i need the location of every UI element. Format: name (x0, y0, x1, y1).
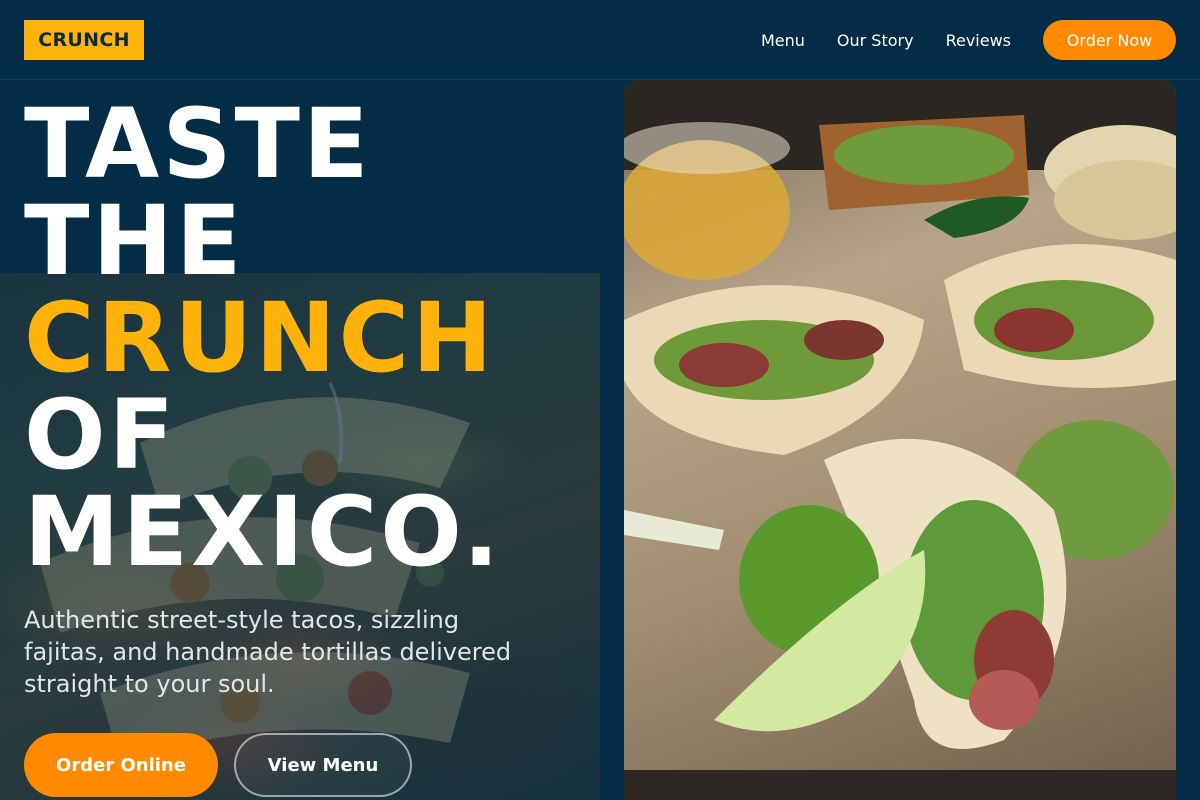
headline-line: MEXICO. (24, 476, 503, 588)
logo[interactable]: CRUNCH (24, 20, 144, 60)
site-header: CRUNCH Menu Our Story Reviews Order Now (0, 0, 1200, 80)
hero-tacos-image (624, 80, 1176, 800)
headline-line: THE (24, 185, 245, 297)
nav-link-menu[interactable]: Menu (761, 31, 805, 50)
headline-line: OF (24, 379, 178, 491)
headline-line: TASTE (24, 88, 372, 200)
main-nav: Menu Our Story Reviews Order Now (761, 20, 1176, 60)
headline-accent: CRUNCH (24, 282, 496, 394)
nav-link-our-story[interactable]: Our Story (837, 31, 914, 50)
view-menu-button[interactable]: View Menu (234, 733, 412, 797)
order-online-button[interactable]: Order Online (24, 733, 218, 797)
tacos-illustration (624, 80, 1176, 800)
order-now-button[interactable]: Order Now (1043, 20, 1176, 60)
nav-link-reviews[interactable]: Reviews (946, 31, 1011, 50)
hero-headline: TASTE THE CRUNCH OF MEXICO. (24, 96, 502, 581)
hero-subtitle: Authentic street-style tacos, sizzling f… (24, 606, 512, 698)
